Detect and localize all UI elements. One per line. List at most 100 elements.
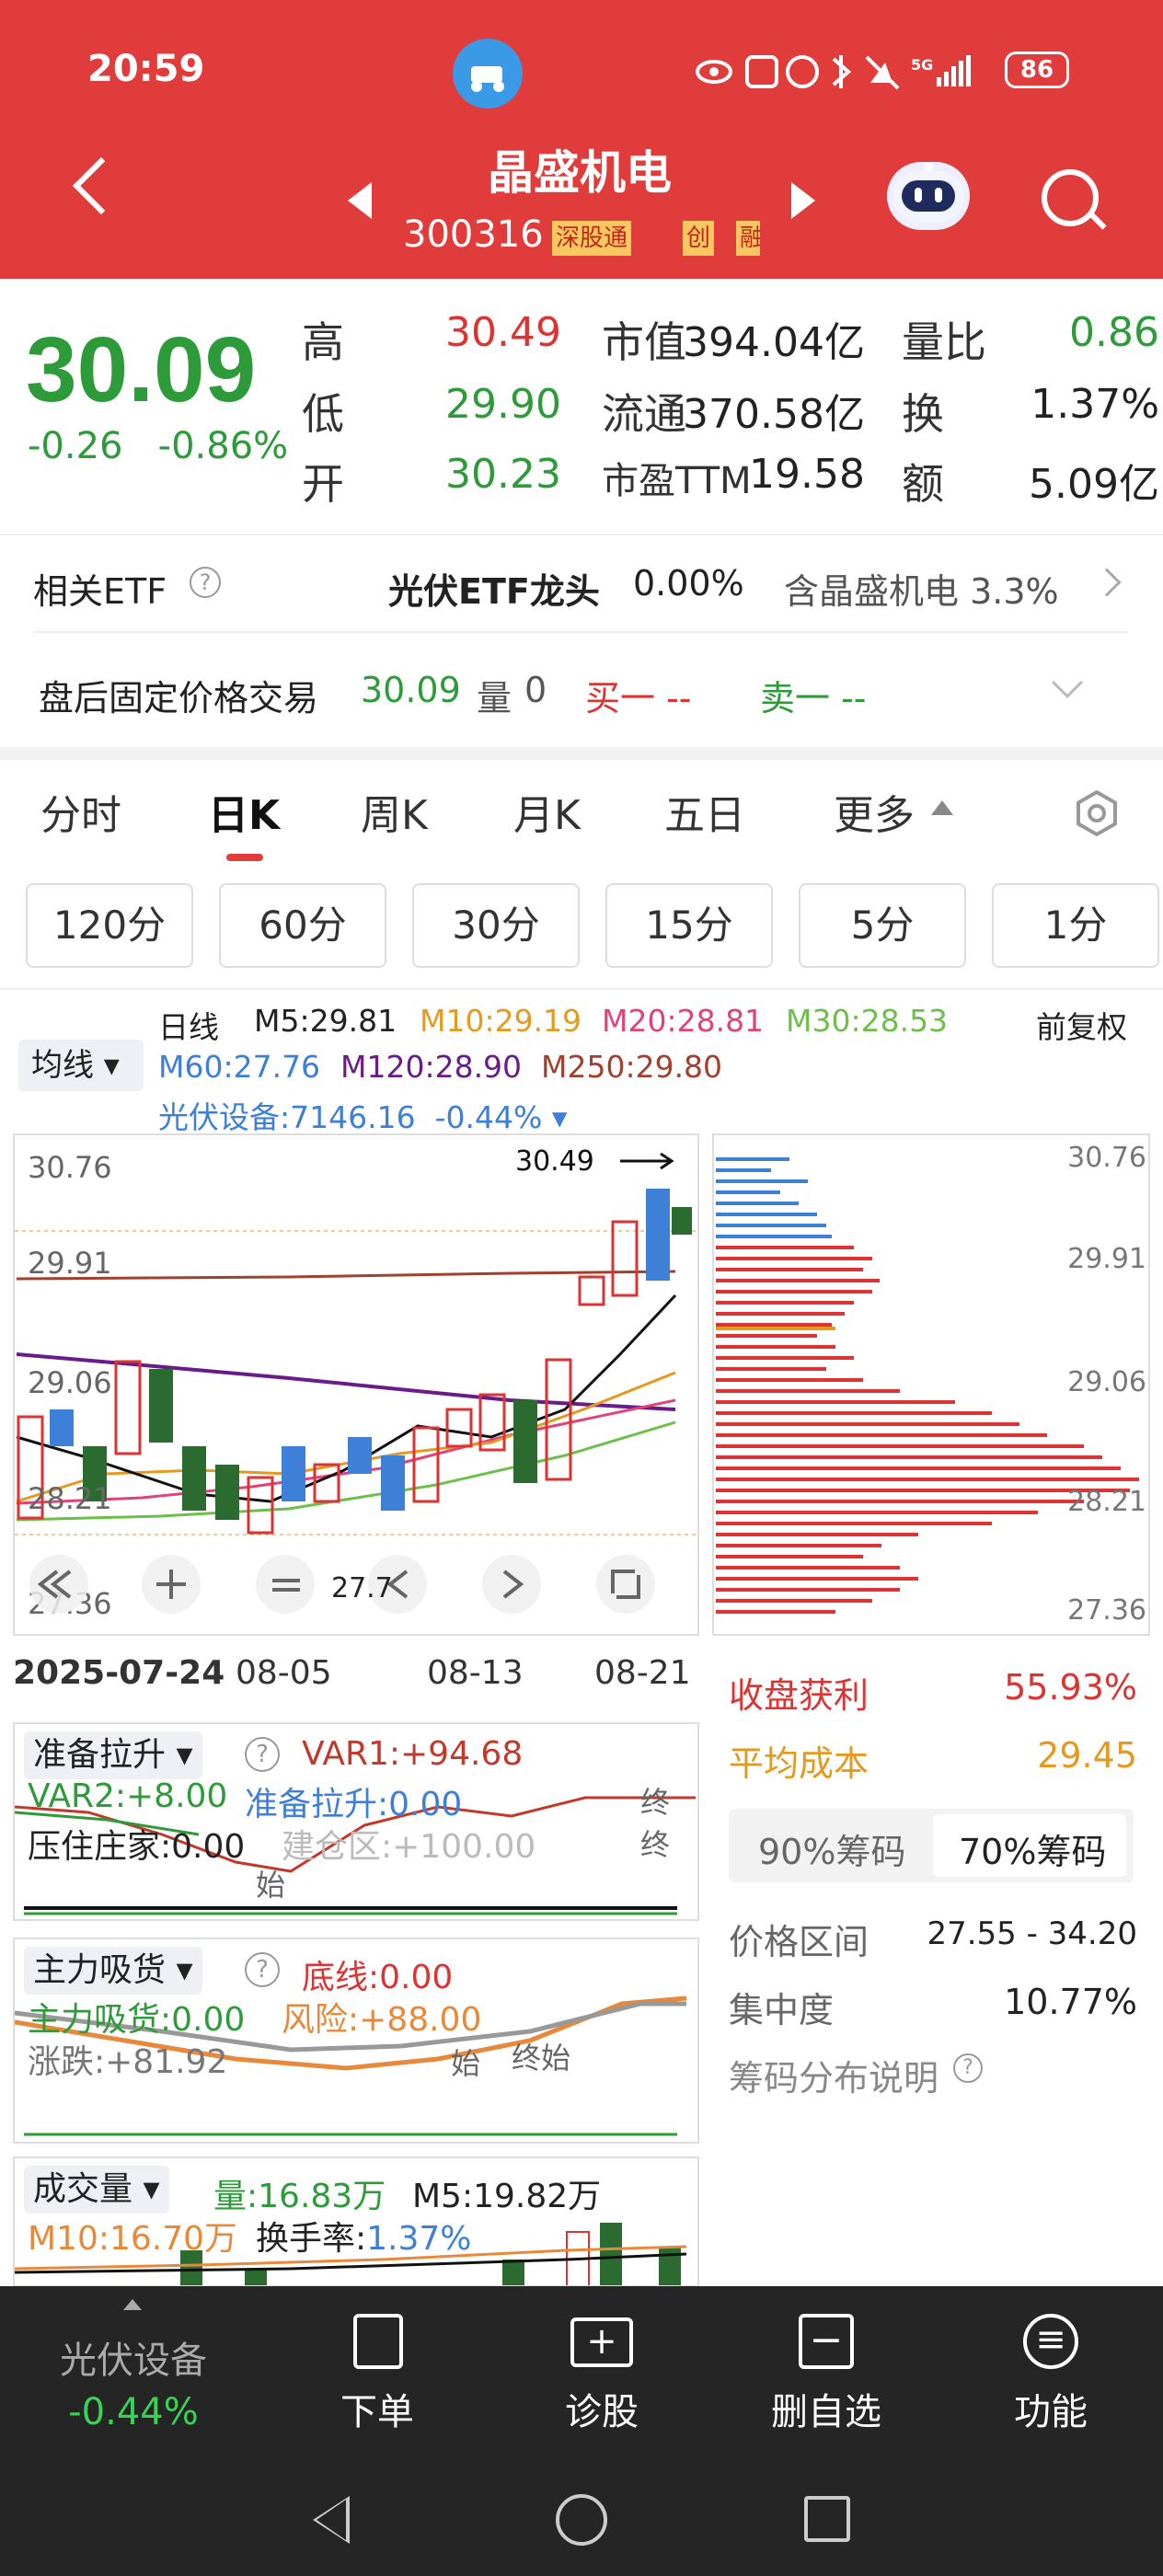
label-mktcap: 市值 <box>602 317 686 367</box>
period-1min[interactable]: 1分 <box>992 883 1159 968</box>
tag-shenguton: 深股通 <box>552 221 632 256</box>
range-value: 27.55 - 34.20 <box>927 1915 1137 1952</box>
ind2-start: 始 <box>451 2046 481 2081</box>
system-back-icon-inner <box>317 2500 346 2540</box>
tab-chip70[interactable]: 70%筹码 <box>959 1823 1106 1874</box>
indicator-panel-2: 主力吸货 ▾ ? 底线:0.00 主力吸货:0.00 风险:+88.00 涨跌:… <box>13 1938 699 2144</box>
last-price: 30.09 <box>26 318 257 421</box>
chevron-right-icon[interactable] <box>1092 568 1122 597</box>
ind1-start: 始 <box>256 1868 286 1903</box>
system-home-icon[interactable] <box>556 2494 607 2546</box>
settings-icon[interactable] <box>1073 789 1121 837</box>
menu-icon: ≡ <box>1023 2314 1078 2369</box>
afterhours-vol-label: 量 <box>477 678 512 719</box>
system-recents-icon[interactable] <box>804 2496 850 2542</box>
legend-sector[interactable]: 光伏设备:7146.16 -0.44% ▾ <box>158 1093 567 1137</box>
chip-ymax: 30.76 <box>1067 1142 1146 1174</box>
nav-diagnose[interactable]: 诊股 <box>528 2382 675 2435</box>
back-icon[interactable] <box>72 156 131 215</box>
label-turnover: 换 <box>902 389 944 439</box>
tab-weekly-k[interactable]: 周K <box>361 782 428 841</box>
nav-order[interactable]: 下单 <box>304 2382 451 2435</box>
ind1-var2: VAR2:+8.00 <box>28 1777 228 1815</box>
legend-m20: M20:28.81 <box>602 1003 765 1039</box>
header: 20:59 5G 86 晶盛机电 300316 深股通 创 融 <box>0 0 1163 279</box>
zoom-label: 27.7 <box>331 1572 393 1604</box>
tab-more[interactable]: 更多 <box>834 782 915 841</box>
help-icon[interactable]: ? <box>190 567 221 598</box>
nav-remove-watchlist[interactable]: 删自选 <box>753 2382 900 2435</box>
value-pe: 19.58 <box>749 451 865 498</box>
high-marker: 30.49 <box>515 1145 594 1178</box>
ind1-yzzj: 压住庄家:0.00 <box>28 1828 246 1866</box>
chip-y3: 29.06 <box>1067 1366 1146 1398</box>
order-icon <box>353 2314 403 2369</box>
section-gap <box>0 747 1163 760</box>
help-icon[interactable]: ? <box>245 1737 280 1772</box>
adjust-toggle[interactable]: 前复权 <box>1036 1003 1127 1047</box>
divider <box>0 988 1163 990</box>
tab-five-day[interactable]: 五日 <box>664 782 745 841</box>
stock-code: 300316 <box>403 213 544 256</box>
label-open: 开 <box>302 459 344 509</box>
tab-monthly-k[interactable]: 月K <box>513 782 581 841</box>
etf-contains: 含晶盛机电 3.3% <box>784 571 1059 612</box>
help-icon[interactable]: ? <box>953 2053 983 2083</box>
next-stock-icon[interactable] <box>791 182 815 219</box>
value-open: 30.23 <box>445 451 561 498</box>
chevron-down-icon[interactable] <box>1052 667 1083 698</box>
cost-label: 平均成本 <box>729 1743 869 1784</box>
period-60min[interactable]: 60分 <box>219 883 386 968</box>
battery-indicator: 86 <box>1005 52 1069 88</box>
date-3: 08-13 <box>427 1654 524 1692</box>
axis-y4: 28.21 <box>28 1481 112 1516</box>
ind3-vol: 量:16.83万 <box>213 2178 386 2215</box>
legend-m60: M60:27.76 <box>158 1049 321 1085</box>
ind2-zd: 涨跌:+81.92 <box>28 2043 228 2081</box>
date-start: 2025-07-24 <box>13 1654 225 1692</box>
indicator-select-2[interactable]: 主力吸货 ▾ <box>24 1947 202 1995</box>
axis-y3: 29.06 <box>28 1365 112 1400</box>
chip-y2: 29.91 <box>1067 1243 1146 1275</box>
legend-m30: M30:28.53 <box>786 1003 949 1039</box>
tab-daily-k[interactable]: 日K <box>208 782 280 841</box>
indicator-select-1[interactable]: 准备拉升 ▾ <box>24 1731 202 1779</box>
etf-name[interactable]: 光伏ETF龙头 <box>388 563 600 614</box>
period-15min[interactable]: 15分 <box>605 883 773 968</box>
kline-chart[interactable]: 30.76 29.91 29.06 28.21 27.36 30.49 27.7 <box>13 1133 699 1636</box>
caret-up-icon <box>123 2299 142 2310</box>
value-turnover: 1.37% <box>1031 381 1159 428</box>
date-2: 08-05 <box>236 1654 332 1692</box>
period-120min[interactable]: 120分 <box>26 883 193 968</box>
search-icon-handle <box>1087 210 1107 230</box>
cost-value: 29.45 <box>1037 1735 1137 1776</box>
ma-mode-select[interactable]: 均线 ▾ <box>18 1040 144 1091</box>
range-label: 价格区间 <box>729 1922 869 1962</box>
price-change: -0.26 -0.86% <box>28 425 289 467</box>
chip-ymin: 27.36 <box>1067 1594 1146 1627</box>
nav-functions[interactable]: 功能 <box>977 2382 1124 2435</box>
concentration-value: 10.77% <box>1004 1982 1137 2022</box>
period-30min[interactable]: 30分 <box>412 883 580 968</box>
svg-text:5G: 5G <box>911 56 933 74</box>
bottom-nav: 光伏设备 -0.44% 下单 + 诊股 − 删自选 ≡ 功能 <box>0 2286 1163 2576</box>
ind1-end: 终终 <box>640 1785 671 1862</box>
caret-up-icon <box>931 800 953 815</box>
chip-explain[interactable]: 筹码分布说明 <box>729 2050 938 2100</box>
label-float: 流通 <box>602 389 686 439</box>
axis-ymax: 30.76 <box>28 1150 112 1185</box>
indicator-select-3[interactable]: 成交量 ▾ <box>24 2166 169 2214</box>
diagnose-icon: + <box>570 2317 633 2367</box>
help-icon[interactable]: ? <box>245 1952 280 1987</box>
value-amount: 5.09亿 <box>1029 461 1159 508</box>
afterhours-buy: 买一 -- <box>585 678 692 719</box>
tag-chuang: 创 <box>683 221 715 256</box>
status-time: 20:59 <box>87 48 205 90</box>
robot-assistant-icon[interactable] <box>887 162 970 230</box>
tab-intraday[interactable]: 分时 <box>40 782 121 841</box>
period-5min[interactable]: 5分 <box>799 883 966 968</box>
tab-chip90[interactable]: 90%筹码 <box>758 1823 905 1874</box>
prev-stock-icon[interactable] <box>348 182 372 219</box>
bottom-sector[interactable]: 光伏设备 <box>28 2330 239 2384</box>
label-amount: 额 <box>902 459 944 509</box>
